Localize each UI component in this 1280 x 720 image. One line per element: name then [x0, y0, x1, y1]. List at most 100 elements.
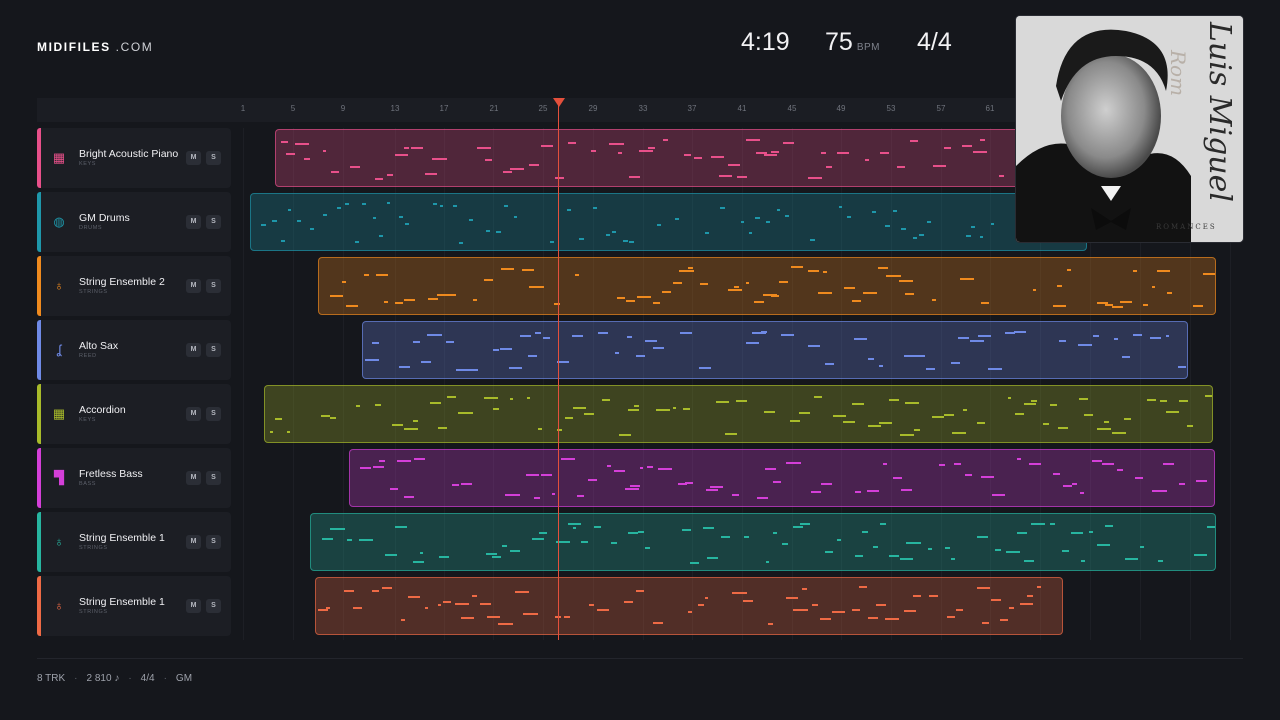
solo-button[interactable]: S — [206, 279, 221, 293]
midi-note — [1139, 545, 1145, 548]
mute-button[interactable]: M — [186, 215, 201, 229]
track-header[interactable]: ♁ String Ensemble 2 STRINGS M S — [37, 256, 231, 316]
mute-button[interactable]: M — [186, 151, 201, 165]
playhead[interactable] — [558, 100, 559, 640]
midi-note — [1178, 399, 1188, 402]
track-category: BASS — [79, 481, 97, 487]
midi-note — [913, 428, 921, 431]
solo-button[interactable]: S — [206, 471, 221, 485]
midi-note — [927, 548, 932, 551]
midi-clip[interactable] — [264, 385, 1213, 443]
midi-note — [652, 346, 665, 349]
mute-button[interactable]: M — [186, 407, 201, 421]
midi-note — [440, 205, 444, 208]
midi-note — [995, 548, 1001, 551]
bar-number: 41 — [737, 104, 747, 113]
track-color-stripe — [37, 128, 41, 188]
solo-button[interactable]: S — [206, 343, 221, 357]
midi-note — [1066, 268, 1071, 271]
midi-note — [437, 603, 442, 606]
midi-note — [868, 617, 879, 620]
midi-note — [931, 416, 944, 419]
midi-note — [698, 367, 711, 370]
midi-note — [1104, 525, 1113, 528]
track-header[interactable]: ♁ String Ensemble 1 STRINGS M S — [37, 576, 231, 636]
mute-button[interactable]: M — [186, 279, 201, 293]
midi-note — [767, 622, 774, 625]
midi-clip[interactable] — [275, 129, 1020, 187]
footer-stats: 8 TRK · 2 810 ♪ · 4/4 · GM — [37, 673, 193, 684]
midi-note — [728, 164, 741, 167]
midi-note — [551, 492, 556, 495]
midi-clip[interactable] — [315, 577, 1063, 635]
midi-note — [885, 225, 890, 228]
midi-note — [732, 494, 739, 497]
track-header[interactable]: ▦ Accordion KEYS M S — [37, 384, 231, 444]
mute-button[interactable]: M — [186, 343, 201, 357]
solo-button[interactable]: S — [206, 215, 221, 229]
brand-logo[interactable]: MIDIFILES .COM — [37, 40, 153, 54]
track-header[interactable]: ♁ String Ensemble 1 STRINGS M S — [37, 512, 231, 572]
midi-note — [765, 560, 769, 563]
midi-note — [625, 300, 635, 303]
midi-note — [878, 365, 884, 368]
midi-note — [624, 600, 634, 603]
midi-note — [1156, 270, 1171, 273]
midi-note — [776, 209, 780, 212]
mute-button[interactable]: M — [186, 599, 201, 613]
midi-note — [954, 463, 961, 466]
midi-note — [330, 295, 344, 298]
midi-clip[interactable] — [310, 513, 1216, 571]
midi-note — [745, 341, 759, 344]
solo-button[interactable]: S — [206, 599, 221, 613]
midi-note — [431, 158, 447, 161]
bass-icon: ▜ — [54, 470, 64, 485]
midi-note — [303, 157, 311, 160]
midi-note — [543, 336, 550, 339]
midi-note — [392, 424, 404, 427]
track-header[interactable]: ʆ Alto Sax REED M S — [37, 320, 231, 380]
midi-note — [514, 215, 518, 218]
midi-note — [269, 431, 274, 434]
midi-note — [637, 531, 644, 534]
midi-note — [1017, 458, 1021, 461]
midi-note — [1152, 489, 1168, 492]
midi-note — [699, 282, 709, 285]
bar-number: 37 — [687, 104, 697, 113]
midi-note — [746, 282, 750, 285]
midi-note — [403, 299, 415, 302]
solo-button[interactable]: S — [206, 407, 221, 421]
midi-note — [460, 483, 472, 486]
midi-clip[interactable] — [318, 257, 1216, 315]
mute-button[interactable]: M — [186, 535, 201, 549]
midi-note — [1057, 427, 1068, 430]
track-header[interactable]: ▜ Fretless Bass BASS M S — [37, 448, 231, 508]
midi-note — [597, 331, 608, 334]
midi-note — [381, 587, 393, 589]
midi-note — [1070, 532, 1084, 535]
solo-button[interactable]: S — [206, 151, 221, 165]
playhead-handle[interactable] — [553, 98, 565, 107]
midi-note — [817, 292, 832, 295]
midi-note — [965, 474, 973, 477]
footer-signature: 4/4 — [140, 673, 155, 684]
midi-note — [1112, 432, 1126, 435]
midi-note — [863, 292, 877, 295]
midi-note — [740, 220, 745, 223]
midi-note — [1017, 532, 1028, 535]
midi-note — [720, 535, 730, 538]
midi-clip[interactable] — [362, 321, 1188, 379]
midi-note — [583, 412, 594, 415]
mute-button[interactable]: M — [186, 471, 201, 485]
midi-note — [1024, 560, 1035, 563]
midi-note — [614, 469, 625, 472]
midi-note — [833, 414, 847, 417]
solo-button[interactable]: S — [206, 535, 221, 549]
midi-clip[interactable] — [250, 193, 1087, 251]
track-header[interactable]: ◍ GM Drums DRUMS M S — [37, 192, 231, 252]
midi-note — [587, 479, 597, 482]
track-name: Bright Acoustic Piano — [79, 148, 179, 160]
midi-clip[interactable] — [349, 449, 1215, 507]
track-header[interactable]: ▦ Bright Acoustic Piano KEYS M S — [37, 128, 231, 188]
midi-note — [990, 223, 994, 226]
